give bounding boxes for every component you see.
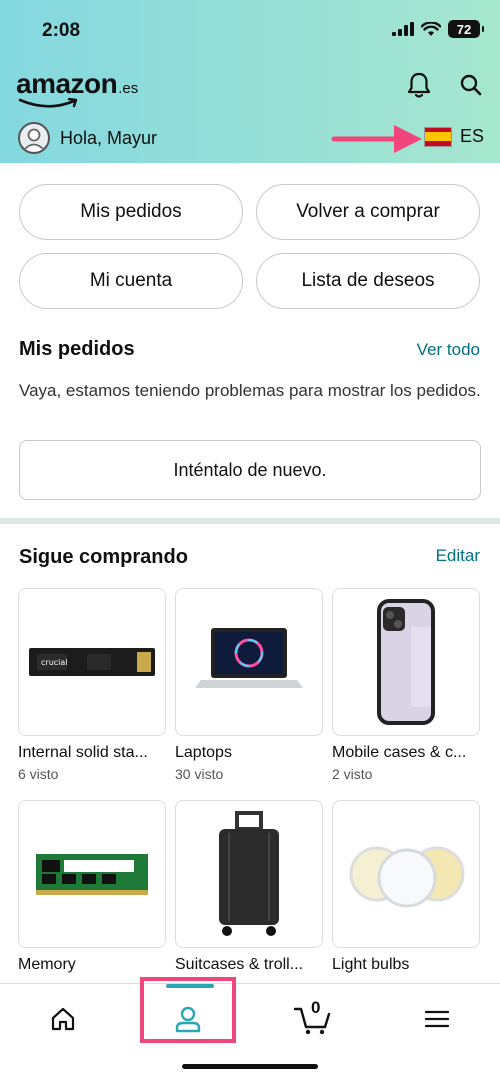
home-icon bbox=[51, 1007, 75, 1031]
product-card-ssd[interactable]: crucial bbox=[18, 588, 166, 736]
card-views: 6 visto bbox=[18, 766, 59, 782]
keep-shopping-title: Sigue comprando bbox=[19, 546, 188, 568]
card-title: Laptops bbox=[175, 744, 232, 761]
card-title: Light bulbs bbox=[332, 956, 410, 973]
edit-link[interactable]: Editar bbox=[436, 546, 480, 566]
ram-image bbox=[36, 854, 148, 895]
spain-flag-icon bbox=[423, 126, 452, 147]
annotation-arrow-icon bbox=[331, 125, 422, 153]
account-greeting[interactable]: Hola, Mayur bbox=[18, 122, 157, 154]
tab-menu[interactable] bbox=[412, 994, 462, 1044]
section-divider bbox=[0, 518, 500, 524]
orders-section-title: Mis pedidos bbox=[19, 338, 135, 360]
app-header: 2:08 72 amazon.es Hola, Mayur ES bbox=[0, 0, 500, 163]
tab-cart[interactable]: 0 bbox=[288, 994, 338, 1044]
status-time: 2:08 bbox=[42, 20, 81, 41]
view-all-link[interactable]: Ver todo bbox=[417, 340, 480, 360]
ssd-image: crucial bbox=[29, 648, 155, 676]
product-card-laptop[interactable] bbox=[175, 588, 323, 736]
signal-icon bbox=[392, 22, 414, 36]
product-card-phone-case[interactable] bbox=[332, 588, 480, 736]
my-orders-button[interactable]: Mis pedidos bbox=[19, 184, 243, 240]
smile-icon bbox=[18, 98, 78, 108]
tab-home[interactable] bbox=[38, 994, 88, 1044]
status-icons: 72 bbox=[392, 20, 484, 38]
card-views: 30 visto bbox=[175, 766, 224, 782]
phone-case-image bbox=[377, 599, 435, 725]
wifi-icon bbox=[421, 21, 441, 36]
wishlist-button[interactable]: Lista de deseos bbox=[256, 253, 480, 309]
card-title: Suitcases & troll... bbox=[175, 956, 304, 973]
product-card-suitcase[interactable] bbox=[175, 800, 323, 948]
retry-button[interactable]: Inténtalo de nuevo. bbox=[19, 440, 481, 500]
locale-code: ES bbox=[459, 126, 484, 146]
svg-text:crucial: crucial bbox=[41, 658, 68, 667]
logo-text: amazon bbox=[16, 68, 118, 99]
cart-count: 0 bbox=[311, 998, 321, 1017]
suitcase-image bbox=[219, 811, 279, 936]
annotation-highlight-box bbox=[140, 977, 236, 1043]
card-views: 2 visto bbox=[332, 766, 373, 782]
product-card-memory[interactable] bbox=[18, 800, 166, 948]
logo-suffix: .es bbox=[118, 80, 139, 97]
card-title: Internal solid sta... bbox=[18, 744, 148, 761]
light-bulbs-image bbox=[349, 846, 465, 908]
buy-again-button[interactable]: Volver a comprar bbox=[256, 184, 480, 240]
my-account-button[interactable]: Mi cuenta bbox=[19, 253, 243, 309]
avatar bbox=[18, 122, 50, 154]
menu-icon bbox=[425, 1010, 449, 1028]
card-title: Memory bbox=[18, 956, 76, 973]
orders-error-message: Vaya, estamos teniendo problemas para mo… bbox=[19, 381, 481, 400]
greeting-text: Hola, Mayur bbox=[60, 127, 158, 148]
bell-icon[interactable] bbox=[404, 70, 434, 100]
country-selector[interactable]: ES bbox=[423, 126, 484, 147]
search-icon[interactable] bbox=[456, 70, 486, 100]
amazon-logo[interactable]: amazon.es bbox=[16, 68, 138, 108]
card-title: Mobile cases & c... bbox=[332, 744, 467, 761]
battery-icon: 72 bbox=[448, 20, 484, 38]
laptop-image bbox=[195, 628, 303, 688]
home-indicator bbox=[182, 1064, 318, 1069]
product-card-light-bulbs[interactable] bbox=[332, 800, 480, 948]
